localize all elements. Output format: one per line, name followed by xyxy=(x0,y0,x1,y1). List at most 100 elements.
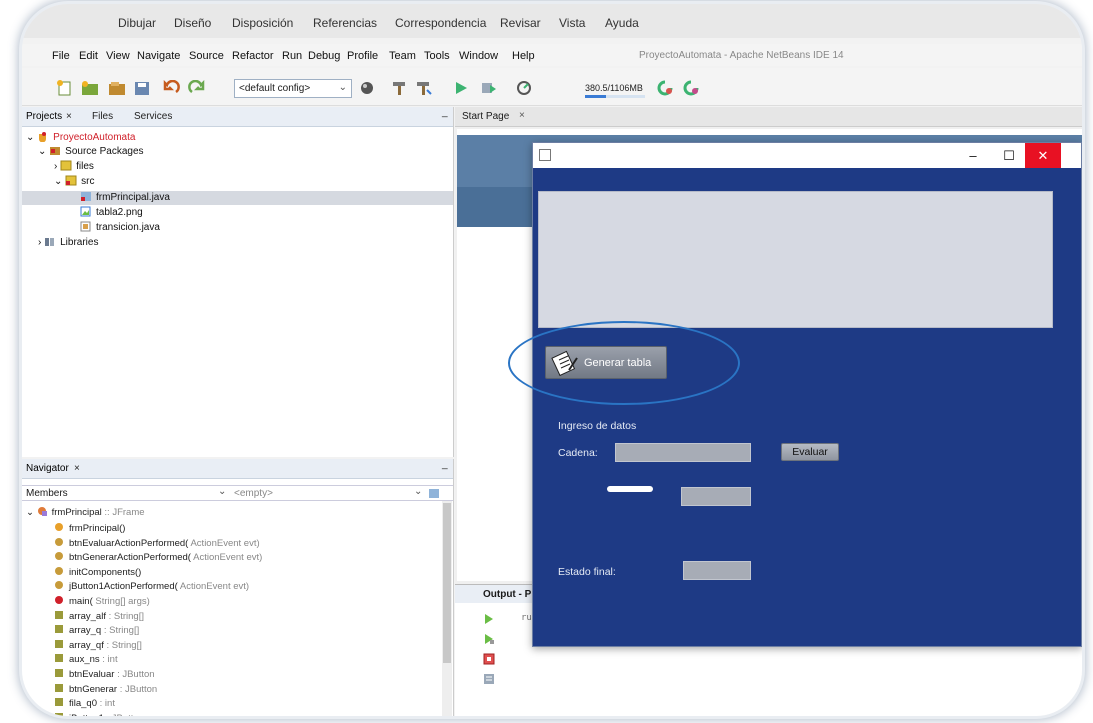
close-icon[interactable]: × xyxy=(74,463,80,474)
evaluate-button[interactable]: Evaluar xyxy=(781,443,839,461)
new-file-icon[interactable] xyxy=(56,80,74,96)
tree-item-files[interactable]: › files xyxy=(54,160,94,172)
clean-build-icon[interactable] xyxy=(415,80,433,96)
result-field[interactable] xyxy=(681,487,751,506)
navigator-member[interactable]: array_qf : String[] xyxy=(54,639,142,651)
navigator-member[interactable]: array_alf : String[] xyxy=(54,610,144,622)
rerun-icon[interactable] xyxy=(483,613,495,625)
menu-source[interactable]: Source xyxy=(189,50,224,62)
word-menu-strip: Dibujar Diseño Disposición Referencias C… xyxy=(22,4,1082,38)
new-project-icon[interactable] xyxy=(81,80,99,96)
save-all-icon[interactable] xyxy=(133,80,151,96)
hammer-build-icon[interactable] xyxy=(390,80,408,96)
output-settings-icon[interactable] xyxy=(483,673,495,685)
undo-icon[interactable] xyxy=(162,80,180,96)
tab-projects[interactable]: Projects xyxy=(26,111,62,122)
tree-item-libraries[interactable]: › Libraries xyxy=(38,236,98,248)
configuration-select[interactable]: <default config> ⌄ xyxy=(234,79,352,98)
word-menu-item[interactable]: Ayuda xyxy=(605,16,639,30)
tree-item-tabla2[interactable]: tabla2.png xyxy=(80,206,143,218)
sort-icon[interactable] xyxy=(428,488,440,499)
word-menu-item[interactable]: Correspondencia xyxy=(395,16,486,30)
tree-item-source-packages[interactable]: ⌄ Source Packages xyxy=(38,145,144,157)
tree-item-frmprincipal[interactable]: frmPrincipal.java xyxy=(80,191,170,203)
projects-panel: Projects × Files Services _ ⌄ ProyectoAu… xyxy=(22,107,454,457)
close-button[interactable]: ✕ xyxy=(1025,143,1061,168)
word-menu-item[interactable]: Dibujar xyxy=(118,16,156,30)
word-menu-item[interactable]: Vista xyxy=(559,16,585,30)
debug-icon[interactable] xyxy=(480,80,498,96)
run-icon[interactable] xyxy=(452,80,470,96)
minimize-panel-icon[interactable]: _ xyxy=(442,459,448,470)
maximize-button[interactable]: ☐ xyxy=(991,143,1027,168)
chevron-down-icon[interactable]: ⌄ xyxy=(218,486,226,497)
estado-final-field[interactable] xyxy=(683,561,751,580)
close-icon[interactable]: × xyxy=(66,111,72,122)
cadena-label: Cadena: xyxy=(558,447,598,459)
menu-debug[interactable]: Debug xyxy=(308,50,340,62)
navigator-member[interactable]: frmPrincipal() xyxy=(54,522,125,534)
members-select[interactable]: Members xyxy=(26,488,68,499)
scrollbar-thumb[interactable] xyxy=(443,503,451,663)
menu-run[interactable]: Run xyxy=(282,50,302,62)
word-menu-item[interactable]: Disposición xyxy=(232,16,293,30)
redo-icon[interactable] xyxy=(188,80,206,96)
navigator-member[interactable]: array_q : String[] xyxy=(54,624,139,636)
navigator-scrollbar[interactable] xyxy=(442,501,452,716)
minimize-panel-icon[interactable]: _ xyxy=(442,107,448,118)
menu-tools[interactable]: Tools xyxy=(424,50,450,62)
menu-file[interactable]: File xyxy=(52,50,70,62)
tree-item-transicion[interactable]: transicion.java xyxy=(80,221,160,233)
navigator-member[interactable]: jButton1 : JButton xyxy=(54,712,144,716)
profile-icon[interactable] xyxy=(516,80,534,96)
tab-files[interactable]: Files xyxy=(92,111,113,122)
tab-services[interactable]: Services xyxy=(134,111,172,122)
cadena-input[interactable] xyxy=(615,443,751,462)
window-title: ProyectoAutomata - Apache NetBeans IDE 1… xyxy=(639,50,844,61)
member-name: jButton1ActionPerformed( xyxy=(69,581,178,593)
member-name: aux_ns xyxy=(69,654,100,666)
word-menu-item[interactable]: Revisar xyxy=(500,16,541,30)
menu-view[interactable]: View xyxy=(106,50,130,62)
browser-globe-icon[interactable] xyxy=(359,80,377,96)
app-window-titlebar[interactable]: – ☐ ✕ xyxy=(533,143,1081,168)
menu-edit[interactable]: Edit xyxy=(79,50,98,62)
tab-navigator[interactable]: Navigator xyxy=(26,463,69,474)
close-icon[interactable]: × xyxy=(519,110,525,121)
navigator-member[interactable]: btnEvaluar : JButton xyxy=(54,668,155,680)
open-project-icon[interactable] xyxy=(108,80,126,96)
member-type: : JButton xyxy=(107,713,145,716)
navigator-member[interactable]: main( String[] args) xyxy=(54,595,150,607)
navigator-tabrow: Navigator × _ xyxy=(22,459,453,479)
menu-refactor[interactable]: Refactor xyxy=(232,50,274,62)
member-name: fila_q0 xyxy=(69,698,97,710)
word-menu-item[interactable]: Referencias xyxy=(313,16,377,30)
navigator-member[interactable]: jButton1ActionPerformed( ActionEvent evt… xyxy=(54,580,249,592)
memory-usage-label[interactable]: 380.5/1106MB xyxy=(585,83,643,93)
tree-item-src[interactable]: ⌄ src xyxy=(54,175,95,187)
menu-help[interactable]: Help xyxy=(512,50,535,62)
navigator-member[interactable]: fila_q0 : int xyxy=(54,697,115,709)
navigator-member[interactable]: btnGenerar : JButton xyxy=(54,683,157,695)
word-menu-item[interactable]: Diseño xyxy=(174,16,211,30)
menu-team[interactable]: Team xyxy=(389,50,416,62)
navigator-member[interactable]: aux_ns : int xyxy=(54,653,118,665)
member-name: btnGenerar xyxy=(69,683,118,695)
rerun-with-params-icon[interactable] xyxy=(483,633,495,645)
member-type: ActionEvent evt) xyxy=(179,581,250,593)
navigator-member[interactable]: btnGenerarActionPerformed( ActionEvent e… xyxy=(54,551,262,563)
menu-window[interactable]: Window xyxy=(459,50,498,62)
menu-navigate[interactable]: Navigate xyxy=(137,50,180,62)
class-root[interactable]: ⌄ frmPrincipal :: JFrame xyxy=(26,506,145,518)
gc-icon[interactable] xyxy=(656,80,674,96)
navigator-member[interactable]: btnEvaluarActionPerformed( ActionEvent e… xyxy=(54,537,260,549)
navigator-member[interactable]: initComponents() xyxy=(54,566,141,578)
menu-profile[interactable]: Profile xyxy=(347,50,378,62)
gc-alt-icon[interactable] xyxy=(682,80,700,96)
filter-select[interactable]: <empty> xyxy=(234,488,273,499)
tab-start-page[interactable]: Start Page xyxy=(462,111,509,122)
stop-icon[interactable] xyxy=(483,653,495,665)
tree-item-project[interactable]: ⌄ ProyectoAutomata xyxy=(26,131,135,143)
chevron-down-icon[interactable]: ⌄ xyxy=(414,486,422,497)
minimize-button[interactable]: – xyxy=(955,143,991,168)
